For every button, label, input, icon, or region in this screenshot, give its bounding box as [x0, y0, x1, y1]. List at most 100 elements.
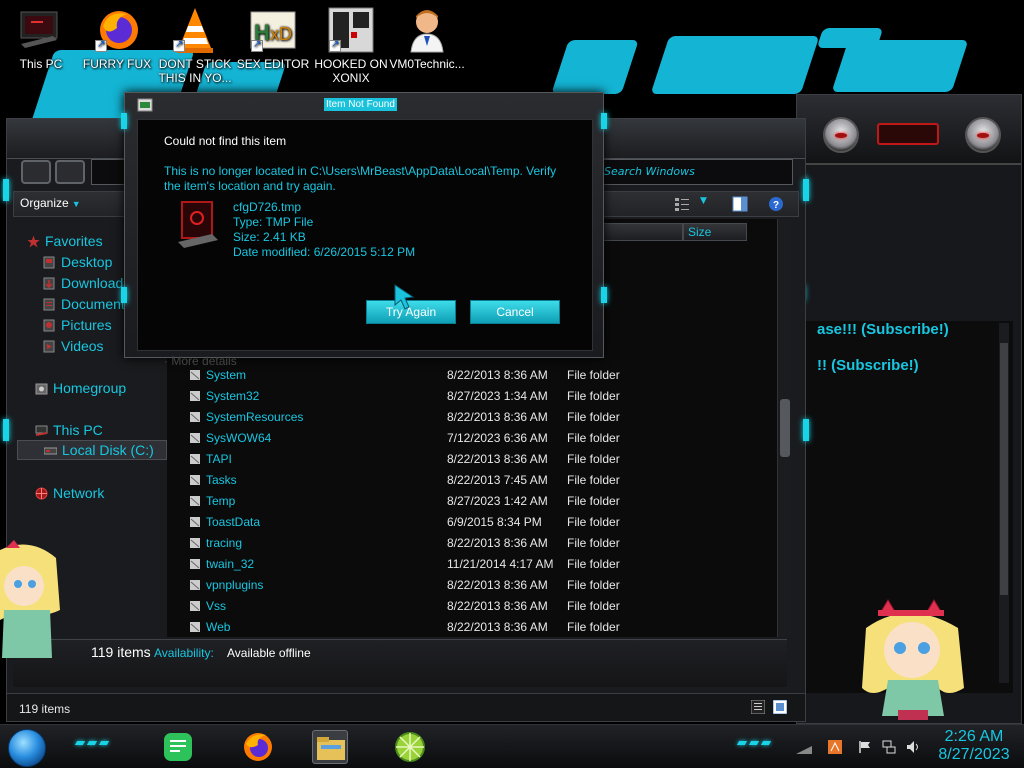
promo-line-2: !! (Subscribe!) [817, 357, 919, 374]
nav-this-pc[interactable]: This PC [35, 420, 103, 440]
more-details-toggle[interactable]: · More details [164, 354, 237, 368]
table-row[interactable]: Web 8/22/2013 8:36 AM File folder [167, 616, 777, 637]
desktop-icon-this-pc[interactable]: This PC [2, 6, 80, 71]
nav-downloads[interactable]: Downloads [43, 273, 130, 293]
clock-time: 2:26 AM [944, 728, 1004, 745]
item-not-found-dialog: Item Not Found Could not find this item … [121, 92, 607, 368]
nav-documents[interactable]: Documents [43, 294, 132, 314]
folder-icon [189, 621, 201, 633]
desktop-icon-vlc[interactable]: DONT STICK THIS IN YO... [156, 6, 234, 85]
details-view-icon[interactable] [750, 699, 766, 719]
table-row[interactable]: tracing 8/22/2013 8:36 AM File folder [167, 532, 777, 553]
scrollbar-thumb[interactable] [780, 399, 790, 457]
forward-button[interactable] [55, 160, 85, 184]
desktop-icon-vm0technic[interactable]: VM0Technic... [388, 6, 466, 71]
homegroup-icon [35, 382, 48, 395]
nav-desktop[interactable]: Desktop [43, 252, 112, 272]
folder-icon [189, 411, 201, 423]
dialog-title: Item Not Found [324, 98, 397, 111]
availability-value: Available offline [227, 646, 311, 660]
alien-head-icon [823, 117, 859, 153]
pictures-folder-icon [43, 319, 55, 332]
file-name: cfgD726.tmp [233, 200, 302, 214]
view-options-icon[interactable] [674, 196, 690, 212]
cartoon-character-right [858, 598, 968, 724]
start-button[interactable] [8, 729, 46, 767]
table-row[interactable]: ToastData 6/9/2015 8:34 PM File folder [167, 511, 777, 532]
table-row[interactable]: Tasks 8/22/2013 7:45 AM File folder [167, 469, 777, 490]
hxd-editor-icon: H xD [249, 6, 297, 54]
desktop-icon-hxd[interactable]: H xD SEX EDITOR [234, 6, 312, 71]
table-row[interactable]: TAPI 8/22/2013 8:36 AM File folder [167, 448, 777, 469]
system-clock[interactable]: 2:26 AM 8/27/2023 [932, 728, 1016, 764]
dialog-heading: Could not find this item [164, 134, 287, 148]
status-bar: 119 items [7, 693, 805, 721]
folder-icon [189, 369, 201, 381]
back-forward-buttons [21, 157, 85, 187]
notes-app-icon[interactable] [160, 730, 196, 764]
vertical-scrollbar[interactable] [777, 219, 791, 637]
shortcut-arrow-icon [173, 38, 185, 52]
desktop-icon-furry-fux[interactable]: FURRY FUX [78, 6, 156, 71]
folder-icon [189, 495, 201, 507]
action-center-flag-icon[interactable] [858, 739, 872, 753]
folder-icon [189, 516, 201, 528]
firefox-icon[interactable] [240, 730, 276, 764]
item-count: 119 items [91, 644, 151, 660]
search-input[interactable]: Search Windows [597, 159, 793, 185]
clock-date: 8/27/2023 [938, 746, 1010, 763]
folder-icon [189, 390, 201, 402]
help-icon[interactable]: ? [768, 196, 784, 212]
chevron-down-icon[interactable]: ▼ [700, 196, 716, 212]
large-icons-view-icon[interactable] [772, 699, 788, 719]
app-tray-icon[interactable] [828, 739, 842, 754]
nav-homegroup[interactable]: Homegroup [35, 378, 126, 398]
cancel-button[interactable]: Cancel [470, 300, 560, 324]
table-row[interactable]: SystemResources 8/22/2013 8:36 AM File fol… [167, 406, 777, 427]
drive-icon [43, 444, 58, 457]
videos-folder-icon [43, 340, 55, 353]
nav-network[interactable]: Network [35, 483, 104, 503]
file-type: Type: TMP File [233, 215, 314, 229]
folder-icon [189, 474, 201, 486]
status-item-count: 119 items [19, 702, 71, 716]
table-row[interactable]: System 8/22/2013 8:36 AM File folder [167, 364, 777, 385]
nav-videos[interactable]: Videos [43, 336, 104, 356]
this-pc-icon [17, 6, 65, 54]
volume-icon[interactable] [906, 739, 920, 753]
show-hidden-icons-icon[interactable] [794, 741, 814, 760]
cartoon-character-left [0, 540, 62, 660]
mouse-cursor-icon [393, 283, 417, 315]
tmp-file-icon [176, 200, 220, 250]
file-explorer-icon[interactable] [312, 730, 348, 764]
svg-text:xD: xD [270, 24, 292, 44]
file-size: Size: 2.41 KB [233, 230, 306, 244]
nav-pictures[interactable]: Pictures [43, 315, 112, 335]
this-pc-icon [35, 424, 48, 437]
dialog-content: Could not find this item This is no long… [137, 119, 593, 368]
organize-button[interactable]: Organize ▼ [20, 196, 81, 210]
preview-pane-icon[interactable] [732, 196, 748, 212]
table-row[interactable]: System32 8/27/2023 1:34 AM File folder [167, 385, 777, 406]
file-date-modified: Date modified: 6/26/2015 5:12 PM [233, 245, 416, 259]
dialog-window-icon [137, 97, 153, 112]
table-row[interactable]: Vss 8/22/2013 8:36 AM File folder [167, 595, 777, 616]
nav-local-disk[interactable]: Local Disk (C:) [17, 440, 167, 460]
taskbar: 2:26 AM 8/27/2023 [0, 724, 1024, 768]
table-row[interactable]: SysWOW64 7/12/2023 6:36 AM File folder [167, 427, 777, 448]
desktop-folder-icon [43, 256, 55, 269]
gadget-scrollbar[interactable] [999, 323, 1009, 683]
table-row[interactable]: vpnplugins 8/22/2013 8:36 AM File folder [167, 574, 777, 595]
desktop-icon-xonix[interactable]: HOOKED ON XONIX [312, 6, 390, 85]
network-status-icon[interactable] [882, 739, 896, 754]
back-button[interactable] [21, 160, 51, 184]
nav-favorites[interactable]: Favorites [27, 231, 103, 251]
promo-line-1: ase!!! (Subscribe!) [817, 321, 949, 338]
folder-icon [189, 432, 201, 444]
lime-app-icon[interactable] [392, 730, 428, 764]
network-icon [35, 487, 48, 500]
star-icon [27, 235, 40, 248]
table-row[interactable]: twain_32 11/21/2014 4:17 AM File folder [167, 553, 777, 574]
table-row[interactable]: Temp 8/27/2023 1:42 AM File folder [167, 490, 777, 511]
shortcut-arrow-icon [251, 38, 263, 52]
